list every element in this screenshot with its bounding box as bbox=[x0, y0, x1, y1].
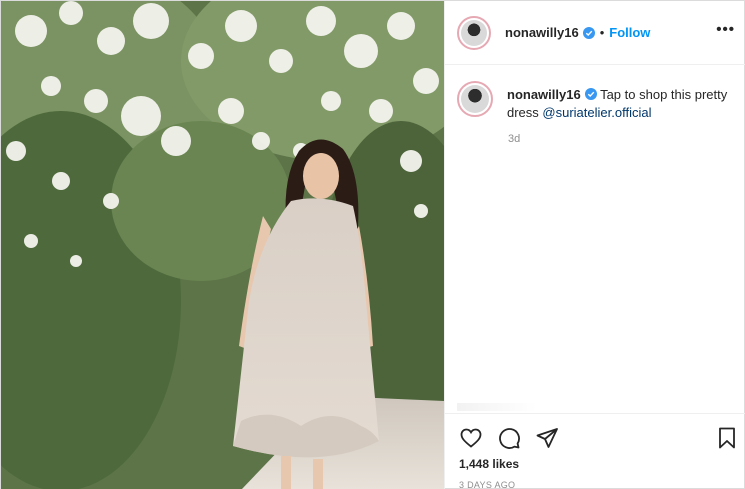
comment-icon[interactable] bbox=[497, 426, 521, 450]
more-options-icon[interactable]: ••• bbox=[716, 22, 735, 37]
action-icons bbox=[459, 426, 573, 450]
caption-avatar[interactable] bbox=[457, 81, 493, 117]
post-header: nonawilly16 • Follow ••• bbox=[445, 1, 745, 65]
bookmark-icon[interactable] bbox=[715, 426, 739, 450]
avatar-image bbox=[461, 19, 487, 46]
avatar[interactable] bbox=[457, 15, 491, 50]
photo-image bbox=[1, 1, 444, 489]
post-timestamp[interactable]: 3 DAYS AGO bbox=[459, 480, 515, 489]
comments-fade bbox=[457, 403, 537, 411]
caption-time: 3d bbox=[508, 133, 521, 145]
follow-button[interactable]: Follow bbox=[609, 25, 650, 40]
caption: nonawilly16 Tap to shop this pretty dres… bbox=[457, 81, 737, 122]
caption-username[interactable]: nonawilly16 bbox=[507, 87, 581, 102]
heart-icon[interactable] bbox=[459, 426, 483, 450]
likes-count[interactable]: 1,448 likes bbox=[459, 457, 519, 471]
action-bar: 1,448 likes 3 DAYS AGO bbox=[445, 413, 745, 489]
caption-text: nonawilly16 Tap to shop this pretty dres… bbox=[507, 86, 737, 122]
post-photo[interactable] bbox=[1, 1, 444, 489]
paper-plane-icon[interactable] bbox=[535, 426, 559, 450]
caption-mention-link[interactable]: @suriatelier.official bbox=[542, 105, 651, 120]
instagram-post: nonawilly16 • Follow ••• nonawilly16 Tap… bbox=[0, 0, 745, 489]
caption-verified-badge-icon bbox=[584, 88, 597, 100]
verified-badge-icon bbox=[582, 26, 595, 39]
post-side-panel: nonawilly16 • Follow ••• nonawilly16 Tap… bbox=[444, 1, 745, 489]
header-separator: • bbox=[599, 25, 605, 40]
header-username[interactable]: nonawilly16 bbox=[505, 25, 579, 40]
caption-avatar-image bbox=[461, 85, 489, 113]
